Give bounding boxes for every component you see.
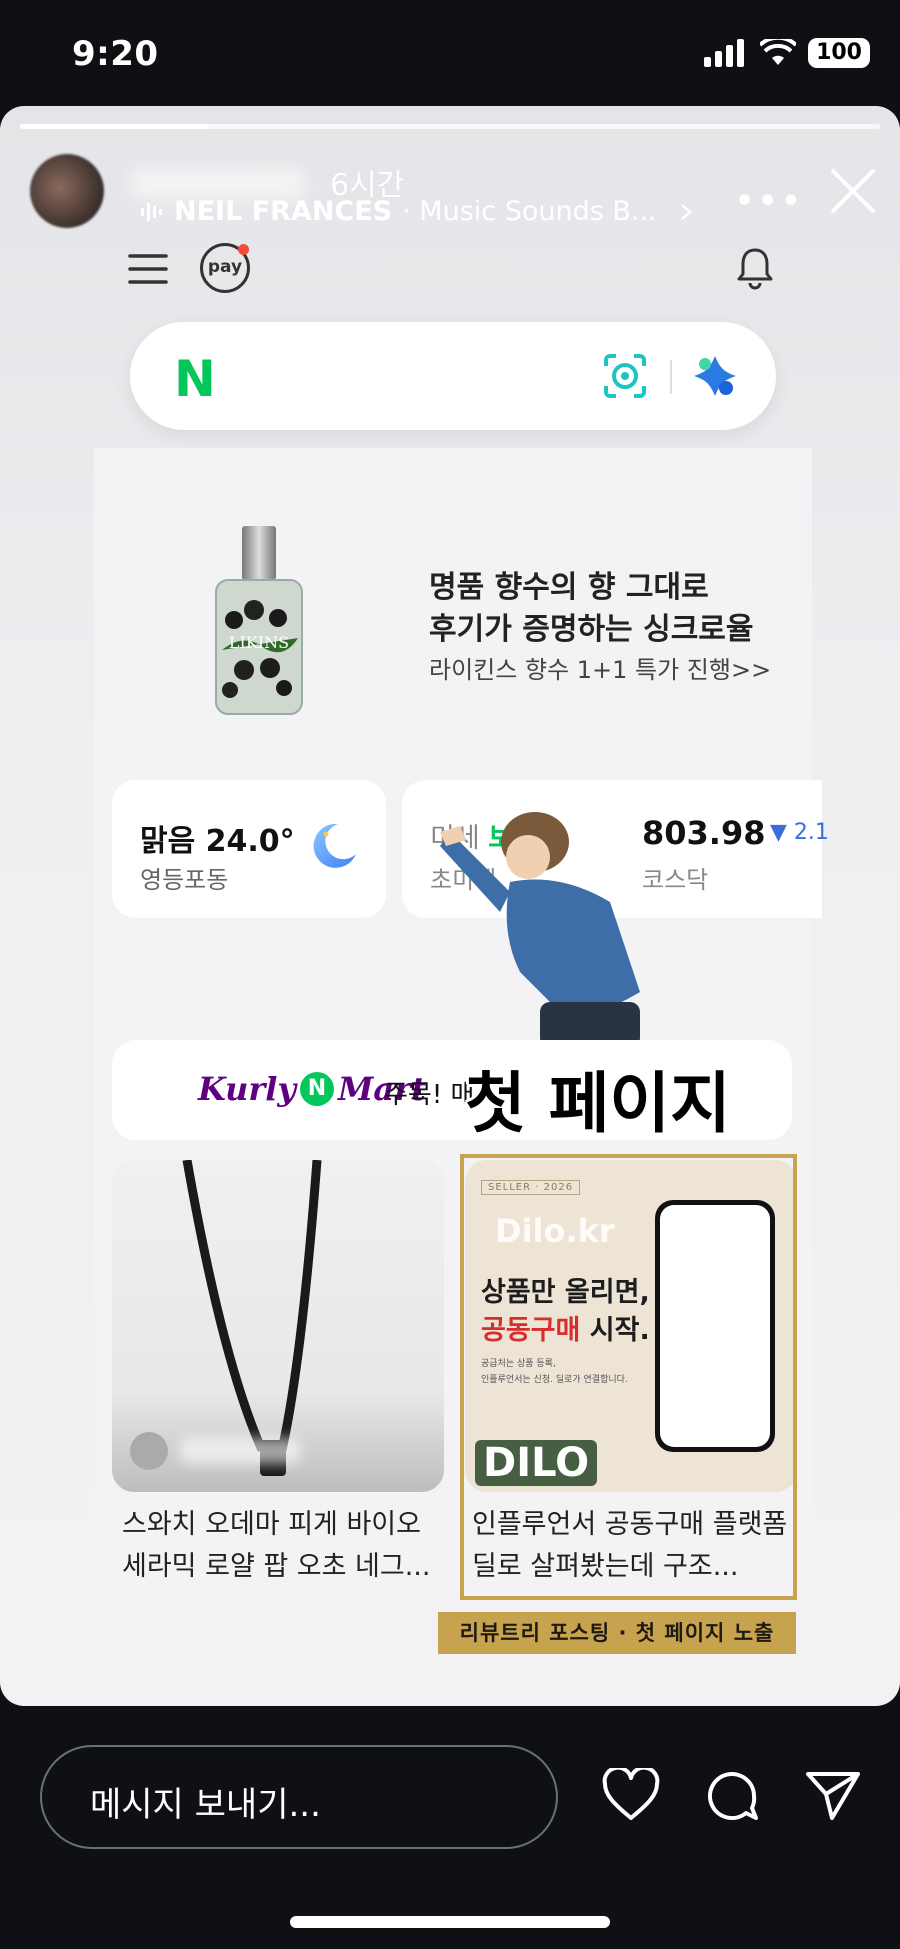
kosdaq-change: ▼ 2.1 <box>770 820 829 845</box>
comment-icon[interactable] <box>704 1768 760 1824</box>
bell-icon[interactable] <box>735 246 775 290</box>
naver-logo: N <box>174 350 216 408</box>
message-placeholder: 메시지 보내기... <box>90 1785 321 1825</box>
card-title-lanyard[interactable]: 스와치 오데마 피게 바이오 세라믹 로얄 팝 오초 네그... <box>122 1504 452 1588</box>
weather-title: 맑음 24.0° <box>140 824 295 859</box>
author-avatar <box>130 1432 168 1470</box>
naver-top-bar: pay <box>0 200 900 320</box>
perfume-ad-banner[interactable]: LIKINS 명품 향수의 향 그대로 후기가 증명하는 싱크로율 라이킨스 향… <box>94 520 812 820</box>
ad-headline-2: 후기가 증명하는 싱크로율 <box>429 612 754 647</box>
lanyard-product-card[interactable] <box>112 1160 444 1492</box>
bottle-label: LIKINS <box>229 633 289 652</box>
battery-indicator: 100 <box>808 38 870 68</box>
highlight-tag: 리뷰트리 포스팅 · 첫 페이지 노출 <box>438 1612 796 1654</box>
pay-label: pay <box>207 257 243 277</box>
naver-search-bar[interactable]: N <box>130 322 776 430</box>
highlight-frame <box>460 1154 797 1600</box>
pay-button[interactable]: pay <box>200 243 250 293</box>
perfume-bottle-image: LIKINS <box>215 526 303 715</box>
card-author <box>130 1432 300 1470</box>
kurly-logo-text: Kurly <box>198 1070 296 1108</box>
status-time: 9:20 <box>72 34 159 74</box>
ad-subtext: 라이킨스 향수 1+1 특가 진행>> <box>429 656 772 684</box>
message-input[interactable]: 메시지 보내기... <box>40 1745 558 1849</box>
heart-icon[interactable] <box>602 1768 660 1822</box>
story-progress-track <box>20 124 880 129</box>
wifi-icon <box>760 39 797 65</box>
kosdaq-value: 803.98 <box>642 814 766 852</box>
send-icon[interactable] <box>804 1768 862 1822</box>
ad-headline-1: 명품 향수의 향 그대로 <box>429 570 709 605</box>
status-bar: 9:20 100 <box>0 0 900 105</box>
ai-search-icon[interactable] <box>690 352 740 400</box>
first-page-sticker-text: 첫 페이지 <box>465 1065 731 1142</box>
moon-icon <box>313 823 356 868</box>
n-mart-circle: N <box>299 1072 334 1106</box>
status-icons: 100 <box>704 38 870 68</box>
username-blurred[interactable] <box>130 168 305 198</box>
kurly-banner-text: 주목! 매 <box>384 1080 475 1110</box>
weather-location: 영등포동 <box>140 866 229 894</box>
search-divider <box>670 360 672 394</box>
weather-widget[interactable]: 맑음 24.0° 영등포동 <box>112 780 386 918</box>
menu-icon[interactable] <box>128 252 168 286</box>
home-indicator <box>290 1916 610 1928</box>
camera-lens-icon[interactable] <box>600 352 650 400</box>
author-name-blurred <box>180 1438 300 1464</box>
notification-dot <box>238 244 249 255</box>
story-progress-fill <box>20 124 210 129</box>
signal-icon <box>704 39 745 67</box>
dancing-kid-sticker <box>440 812 640 1048</box>
